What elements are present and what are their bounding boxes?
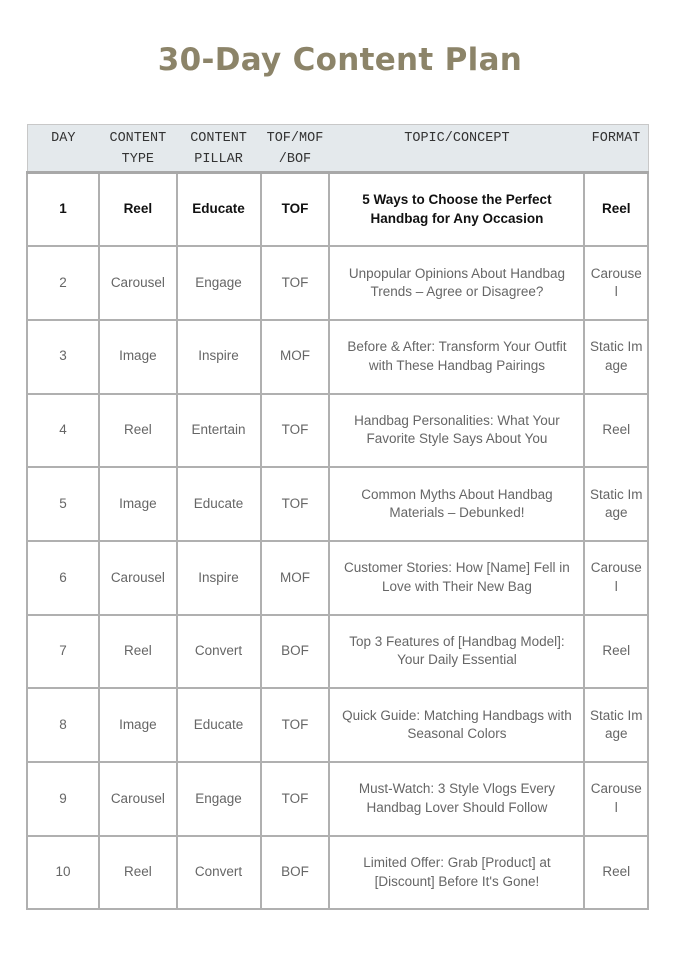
format-cell: Static Image (583, 318, 649, 395)
format-cell: Reel (583, 171, 649, 248)
content-pillar-cell: Convert (175, 613, 262, 690)
content-type-cell: Image (98, 466, 178, 542)
topic-cell: Customer Stories: How [Name] Fell in Lov… (328, 539, 586, 616)
table-row: 5 Image Educate TOF Common Myths About Handb… (25, 466, 649, 542)
content-pillar-cell: Educate (175, 466, 262, 542)
funnel-stage-cell: BOF (259, 613, 331, 690)
day-cell: 8 (25, 687, 101, 763)
table-header-row: DAY CONTENT TYPE CONTENT PILLAR TOF/MOF … (26, 124, 649, 174)
day-cell: 5 (25, 466, 101, 542)
table-row: 6 Carousel Inspire MOF Customer Stories: How… (25, 539, 649, 616)
table-row: 7 Reel Convert BOF Top 3 Features of [Handba… (25, 613, 649, 690)
header-day: DAY (26, 124, 100, 174)
topic-cell: Common Myths About Handbag Materials – D… (328, 466, 586, 542)
table-row: 8 Image Educate TOF Quick Guide: Matching Ha… (25, 687, 649, 763)
content-type-cell: Carousel (98, 539, 178, 616)
topic-cell: Before & After: Transform Your Outfit wi… (328, 318, 586, 395)
content-type-cell: Image (98, 318, 178, 395)
day-cell: 2 (25, 245, 101, 321)
content-pillar-cell: Inspire (175, 318, 262, 395)
funnel-stage-cell: TOF (259, 171, 331, 248)
table-row: 1 Reel Educate TOF 5 Ways to Choose the Perf… (25, 171, 649, 248)
funnel-stage-cell: TOF (259, 392, 331, 469)
header-format: FORMAT (584, 124, 649, 174)
format-cell: Static Image (583, 687, 649, 763)
day-cell: 4 (25, 392, 101, 469)
table-row: 4 Reel Entertain TOF Handbag Personalities: … (25, 392, 649, 469)
funnel-stage-cell: MOF (259, 318, 331, 395)
funnel-stage-cell: TOF (259, 245, 331, 321)
topic-cell: Unpopular Opinions About Handbag Trends … (328, 245, 586, 321)
funnel-stage-cell: MOF (259, 539, 331, 616)
day-cell: 3 (25, 318, 101, 395)
content-pillar-cell: Educate (175, 687, 262, 763)
content-type-cell: Reel (98, 613, 178, 690)
content-type-cell: Reel (98, 392, 178, 469)
content-pillar-cell: Inspire (175, 539, 262, 616)
format-cell: Static Image (583, 466, 649, 542)
topic-cell: Limited Offer: Grab [Product] at [Discou… (328, 834, 586, 911)
topic-cell: Handbag Personalities: What Your Favorit… (328, 392, 586, 469)
topic-cell: Quick Guide: Matching Handbags with Seas… (328, 687, 586, 763)
content-pillar-cell: Engage (175, 761, 262, 837)
content-type-cell: Carousel (98, 245, 178, 321)
header-topic-concept: TOPIC/CONCEPT (329, 124, 585, 174)
format-cell: Reel (583, 392, 649, 469)
table-row: 2 Carousel Engage TOF Unpopular Opinions Abo… (25, 245, 649, 321)
content-plan-table: DAY CONTENT TYPE CONTENT PILLAR TOF/MOF … (25, 124, 649, 911)
format-cell: Reel (583, 613, 649, 690)
content-pillar-cell: Engage (175, 245, 262, 321)
day-cell: 1 (25, 171, 101, 248)
content-type-cell: Reel (98, 834, 178, 911)
format-cell: Reel (583, 834, 649, 911)
funnel-stage-cell: TOF (259, 687, 331, 763)
funnel-stage-cell: TOF (259, 761, 331, 837)
content-pillar-cell: Convert (175, 834, 262, 911)
format-cell: Carousel (583, 245, 649, 321)
day-cell: 6 (25, 539, 101, 616)
format-cell: Carousel (583, 761, 649, 837)
funnel-stage-cell: BOF (259, 834, 331, 911)
table-row: 3 Image Inspire MOF Before & After: Transfor… (25, 318, 649, 395)
topic-cell: 5 Ways to Choose the Perfect Handbag for… (328, 171, 586, 248)
header-content-pillar: CONTENT PILLAR (176, 124, 261, 174)
header-content-type: CONTENT TYPE (99, 124, 177, 174)
day-cell: 7 (25, 613, 101, 690)
content-type-cell: Reel (98, 171, 178, 248)
page-title: 30-Day Content Plan (157, 42, 523, 78)
header-funnel-stage: TOF/MOF /BOF (260, 124, 330, 174)
content-type-cell: Image (98, 687, 178, 763)
funnel-stage-cell: TOF (259, 466, 331, 542)
format-cell: Carousel (583, 539, 649, 616)
content-type-cell: Carousel (98, 761, 178, 837)
content-pillar-cell: Educate (175, 171, 262, 248)
table-row: 10 Reel Convert BOF Limited Offer: Grab [Pro… (25, 834, 649, 911)
topic-cell: Must-Watch: 3 Style Vlogs Every Handbag … (328, 761, 586, 837)
content-pillar-cell: Entertain (175, 392, 262, 469)
topic-cell: Top 3 Features of [Handbag Model]: Your … (328, 613, 586, 690)
table-row: 9 Carousel Engage TOF Must-Watch: 3 Style Vl… (25, 761, 649, 837)
day-cell: 10 (25, 834, 101, 911)
day-cell: 9 (25, 761, 101, 837)
